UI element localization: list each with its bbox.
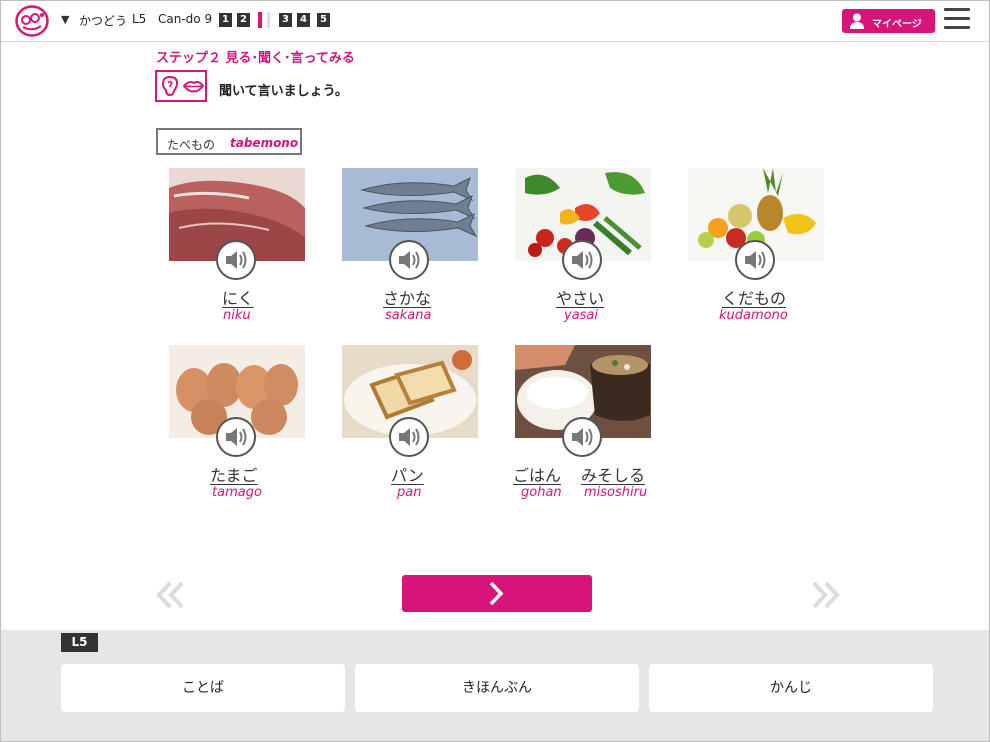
step-4[interactable]: 4 xyxy=(297,13,310,27)
category-ja: たべもの xyxy=(167,138,216,152)
mypage-button[interactable]: マイページ xyxy=(842,9,935,33)
chevron-right-icon xyxy=(489,581,504,606)
vocab-word[interactable]: たまご xyxy=(210,462,258,486)
vocab-romaji: kudamono xyxy=(719,308,788,323)
speaker-icon xyxy=(572,428,593,446)
vocab-romaji: yasai xyxy=(564,308,599,323)
speaker-icon xyxy=(399,251,420,269)
vocab-word[interactable]: パン xyxy=(391,462,424,486)
vocab-word[interactable]: やさい xyxy=(556,285,604,309)
speaker-icon xyxy=(226,251,247,269)
step-3[interactable]: 3 xyxy=(279,13,292,27)
instruction-text: 聞いて言いましょう。 xyxy=(219,84,348,99)
play-audio-gohan-misoshiru[interactable] xyxy=(562,417,602,457)
vocab-romaji: misoshiru xyxy=(584,485,648,500)
top-bar: ▼ かつどう L5 Can-do 9 1 2 3 4 5 マイページ xyxy=(1,1,989,42)
kotoba-button[interactable]: ことば xyxy=(61,664,345,712)
mypage-label: マイページ xyxy=(872,19,922,30)
menu-dropdown-icon[interactable]: ▼ xyxy=(61,13,69,26)
kanji-button[interactable]: かんじ xyxy=(649,664,933,712)
play-audio-kudamono[interactable] xyxy=(735,240,775,280)
vocab-word[interactable]: みそしる xyxy=(581,462,645,486)
vocab-romaji: niku xyxy=(223,308,251,323)
category-romaji: tabemono xyxy=(230,136,299,150)
step-title: ステップ２ 見る･聞く･言ってみる xyxy=(156,51,355,66)
play-audio-tamago[interactable] xyxy=(216,417,256,457)
play-audio-yasai[interactable] xyxy=(562,240,602,280)
app-logo-icon[interactable] xyxy=(15,5,49,37)
lesson-code: L5 xyxy=(132,12,147,26)
lesson-title[interactable]: かつどう xyxy=(79,12,127,29)
step-divider xyxy=(267,12,270,28)
speaker-icon xyxy=(399,428,420,446)
vocab-word[interactable]: くだもの xyxy=(722,285,786,309)
speaker-icon xyxy=(226,428,247,446)
user-icon xyxy=(850,13,864,29)
prev-page-icon[interactable] xyxy=(154,577,188,613)
vocab-word[interactable]: にく xyxy=(222,285,254,309)
listen-speak-icon xyxy=(155,70,207,102)
vocab-romaji: gohan xyxy=(521,485,562,500)
speaker-icon xyxy=(572,251,593,269)
hamburger-menu-icon[interactable] xyxy=(944,8,970,34)
step-1[interactable]: 1 xyxy=(219,13,232,27)
vocab-word[interactable]: さかな xyxy=(383,285,431,309)
play-audio-sakana[interactable] xyxy=(389,240,429,280)
vocab-romaji: pan xyxy=(397,485,422,500)
lesson-tag: L5 xyxy=(61,633,98,652)
current-step-marker xyxy=(258,12,262,28)
next-page-icon[interactable] xyxy=(808,577,842,613)
step-5[interactable]: 5 xyxy=(317,13,330,27)
speaker-icon xyxy=(745,251,766,269)
play-audio-niku[interactable] xyxy=(216,240,256,280)
kihonbun-button[interactable]: きほんぶん xyxy=(355,664,639,712)
play-audio-pan[interactable] xyxy=(389,417,429,457)
step-2[interactable]: 2 xyxy=(237,13,250,27)
next-button[interactable] xyxy=(402,575,592,612)
vocab-romaji: sakana xyxy=(385,308,432,323)
category-label: たべもの tabemono xyxy=(156,128,302,155)
cando-label: Can-do 9 xyxy=(158,12,213,26)
vocab-romaji: tamago xyxy=(212,485,262,500)
vocab-word[interactable]: ごはん xyxy=(513,462,561,486)
